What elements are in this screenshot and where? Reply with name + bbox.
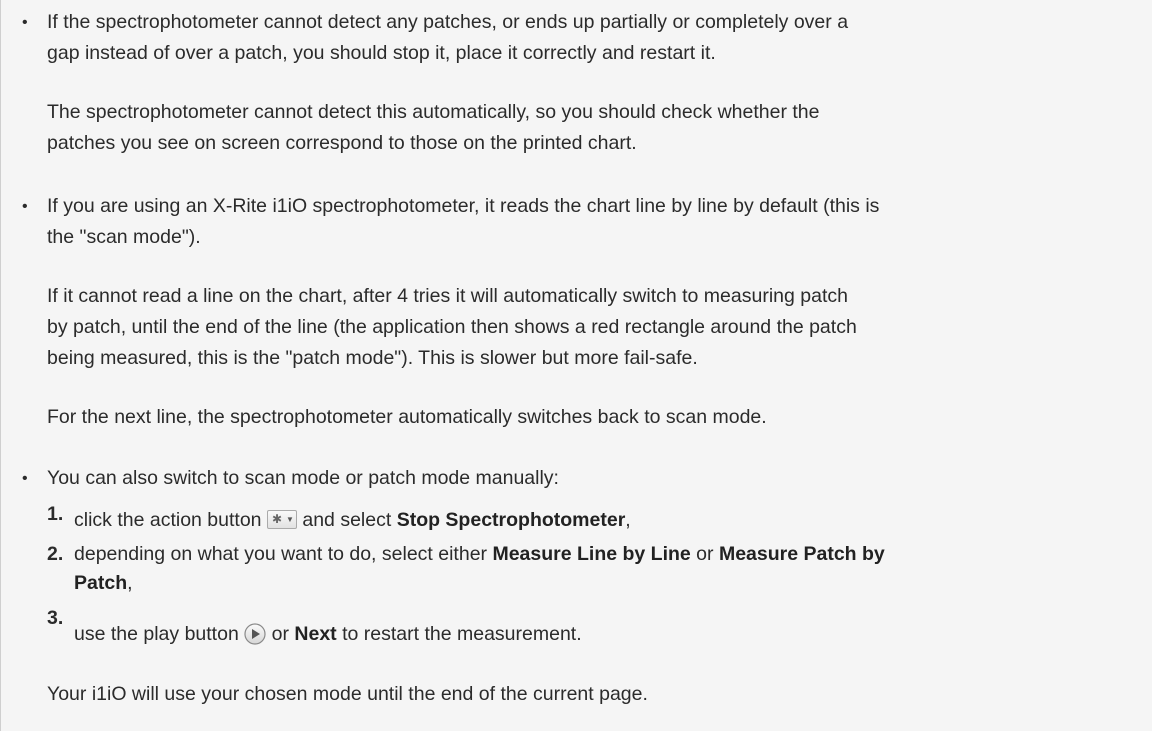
menu-item-name: Patch: [74, 572, 128, 594]
bullet-marker: •: [22, 198, 28, 215]
paragraph-line: If the spectrophotometer cannot detect a…: [47, 11, 849, 33]
paragraph-line: You can also switch to scan mode or patc…: [47, 467, 559, 489]
bullet-marker: •: [22, 470, 28, 487]
step-text-segment: or: [690, 543, 719, 565]
paragraph-line: For the next line, the spectrophotometer…: [47, 406, 767, 428]
menu-item-name: Measure Line by Line: [492, 543, 691, 565]
paragraph-line: by patch, until the end of the line (the…: [47, 316, 857, 338]
closing-paragraph: Your i1iO will use your chosen mode unti…: [47, 683, 648, 705]
chevron-down-icon: ▼: [285, 515, 294, 524]
step-text-segment: use the play button: [74, 623, 245, 645]
step-text: use the play button or Next to restart t…: [74, 620, 1134, 654]
gear-icon: ✱: [271, 512, 283, 526]
step-text-segment: ,: [625, 509, 631, 531]
paragraph-line: The spectrophotometer cannot detect this…: [47, 101, 820, 123]
bullet-marker: •: [22, 14, 28, 31]
paragraph-line: patches you see on screen correspond to …: [47, 132, 637, 154]
play-circle-icon: [244, 623, 266, 654]
document-body: • If the spectrophotometer cannot detect…: [0, 0, 1152, 731]
paragraph-line: gap instead of over a patch, you should …: [47, 42, 716, 64]
paragraph-line: If you are using an X-Rite i1iO spectrop…: [47, 195, 880, 217]
step-text-segment: click the action button: [74, 509, 267, 531]
step-text-segment: or: [266, 623, 295, 645]
step-number: 2.: [47, 543, 64, 565]
paragraph-line: being measured, this is the "patch mode"…: [47, 347, 698, 369]
paragraph-line: the "scan mode").: [47, 226, 201, 248]
paragraph-line: If it cannot read a line on the chart, a…: [47, 285, 848, 307]
step-text-continued: Patch,: [74, 569, 1134, 598]
step-text-segment: to restart the measurement.: [336, 623, 582, 645]
gear-dropdown-icon: ✱ ▼: [266, 510, 297, 529]
button-name: Next: [294, 623, 337, 645]
step-number: 3.: [47, 607, 64, 629]
menu-item-name: Stop Spectrophotometer: [396, 509, 626, 531]
step-number: 1.: [47, 503, 64, 525]
menu-item-name: Measure Patch by: [718, 543, 885, 565]
step-text-segment: and select: [296, 509, 397, 531]
step-text: depending on what you want to do, select…: [74, 540, 1134, 569]
step-text-segment: depending on what you want to do, select…: [74, 543, 493, 565]
step-text-segment: ,: [127, 572, 133, 594]
step-text: click the action button ✱ ▼ and select St…: [74, 506, 1134, 535]
